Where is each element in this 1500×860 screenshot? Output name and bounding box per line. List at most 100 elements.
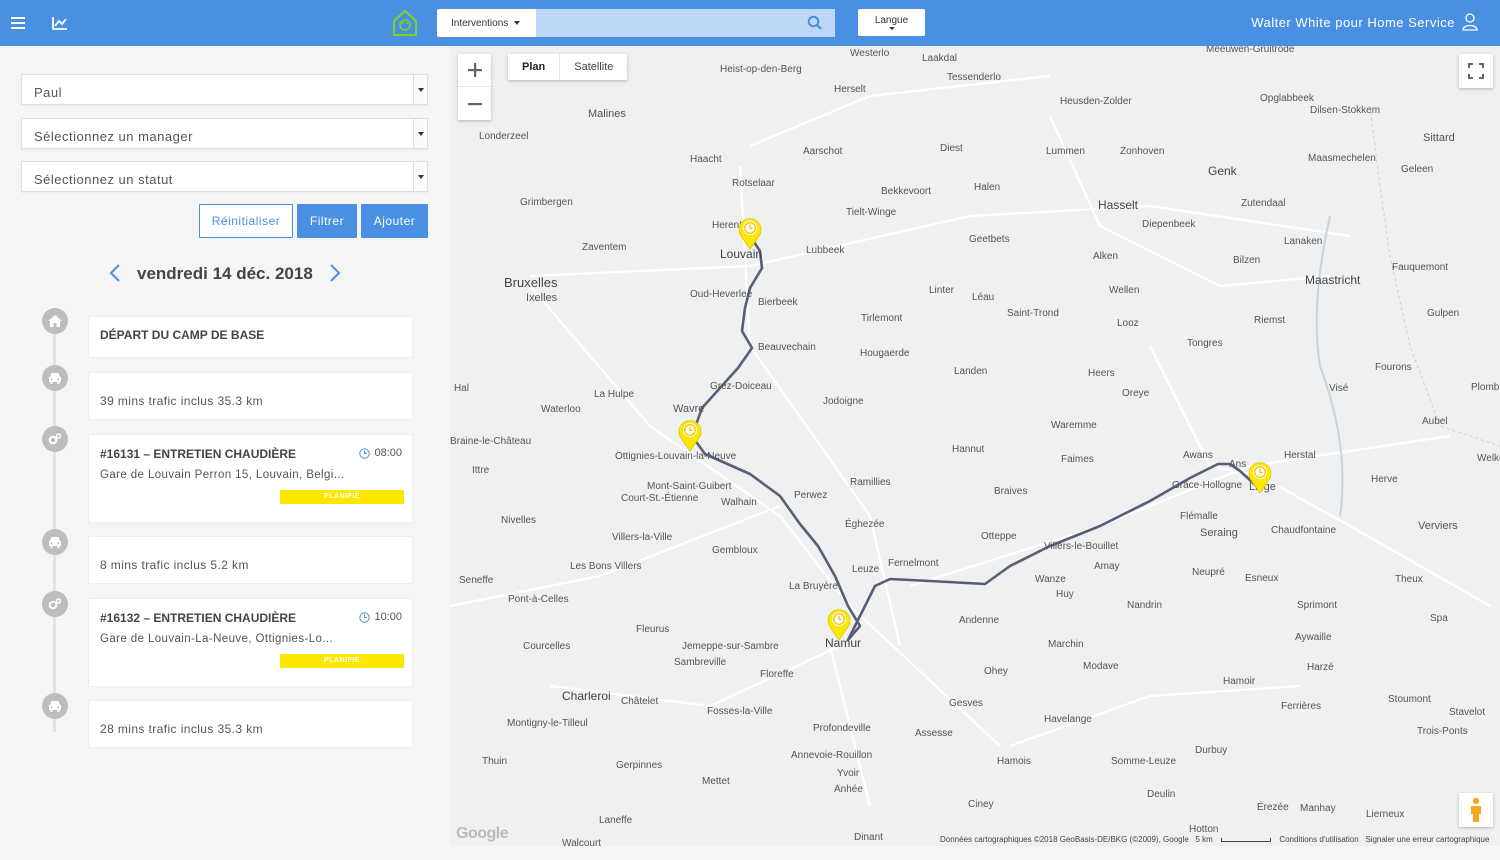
gears-icon [42,426,68,452]
place-label: Laakdal [922,53,958,64]
route-map[interactable]: Bruxelles Ixelles Louvain Malines Hassel… [450,46,1500,846]
place-label: Zaventem [582,242,627,253]
place-label: Maastricht [1305,273,1361,287]
zoom-in-icon[interactable] [458,54,491,87]
place-label: Herve [1371,474,1398,485]
place-label: Anhée [834,784,863,795]
place-label: Hal [454,383,470,394]
intervention-marker-liege[interactable] [1247,460,1273,494]
car-icon [42,693,68,719]
place-label: Lanaken [1284,236,1323,247]
intervention-marker-louvain[interactable] [737,216,763,250]
intervention-time-value: 08:00 [374,447,402,459]
place-label: Thuin [482,756,508,767]
terms-link[interactable]: Conditions d'utilisation [1279,835,1358,844]
place-label: Nivelles [501,515,537,526]
place-label: Tessenderlo [947,72,1001,83]
place-label: Lummen [1046,146,1085,157]
zoom-control [458,54,491,120]
user-icon[interactable] [1462,13,1480,31]
place-label: Gerpinnes [616,760,663,771]
intervention-marker-namur[interactable] [826,607,852,641]
place-label: Meeuwen-Gruitrode [1206,46,1295,55]
place-label: Huy [1056,589,1074,600]
place-label: Ramillies [850,477,891,488]
planning-sidebar: Paul Sélectionnez un manager Sélectionne… [0,46,450,860]
place-label: Grimbergen [520,197,573,208]
place-label: Dinant [854,832,883,843]
place-label: Fosses-la-Ville [707,706,773,717]
place-label: Walhain [721,497,757,508]
search-icon[interactable] [807,15,823,31]
intervention-card-16132[interactable]: #16132 – ENTRETIEN CHAUDIÈRE 10:00 Gare … [88,598,413,687]
place-label: Seneffe [459,575,494,586]
filter-button[interactable]: Filtrer [297,204,357,238]
place-label: Waterloo [541,404,581,415]
search-input[interactable] [536,9,835,37]
report-error-link[interactable]: Signaler une erreur cartographique [1365,835,1489,844]
language-button[interactable]: Langue [858,9,925,36]
place-label: Harzé [1307,662,1334,673]
travel-card-3[interactable]: 28 mins trafic inclus 35.3 km [88,700,413,748]
place-label: Aarschot [803,146,843,157]
reset-button[interactable]: Réinitialiser [199,204,293,238]
place-label: Courcelles [523,641,571,652]
status-select[interactable]: Sélectionnez un statut [21,161,428,192]
intervention-address: Gare de Louvain Perron 15, Louvain, Belg… [100,469,345,481]
place-label: Alken [1093,251,1119,262]
chart-icon[interactable] [49,12,71,34]
travel-card-1[interactable]: 39 mins trafic inclus 35.3 km [88,372,413,420]
place-label: Geleen [1401,164,1434,175]
previous-day-icon[interactable] [107,262,123,284]
intervention-marker-ottignies[interactable] [677,418,703,452]
place-label: Aubel [1422,416,1448,427]
place-label: Wavre [673,403,705,415]
map-type-satellite-button[interactable]: Satellite [559,54,627,80]
clock-icon [359,611,371,623]
travel-card-2[interactable]: 8 mins trafic inclus 5.2 km [88,536,413,584]
place-label: Ferrières [1281,701,1322,712]
place-label: Heers [1088,368,1115,379]
fullscreen-icon[interactable] [1459,54,1493,88]
place-label: Stoumont [1388,694,1431,705]
user-name[interactable]: Walter White pour Home Service [1251,15,1455,30]
current-date: vendredi 14 déc. 2018 [137,264,313,283]
timeline-start-card[interactable]: DÉPART DU CAMP DE BASE [88,316,413,358]
clock-icon [359,447,371,459]
place-label: Érezée [1257,802,1289,813]
chevron-down-icon [514,21,521,25]
home-service-logo-icon[interactable] [392,9,418,37]
place-label: Profondeville [813,723,871,734]
place-label: Gulpen [1427,308,1460,319]
place-label: Walcourt [562,838,602,846]
intervention-card-16131[interactable]: #16131 – ENTRETIEN CHAUDIÈRE 08:00 Gare … [88,434,413,523]
next-day-icon[interactable] [327,262,343,284]
place-label: Hannut [952,444,985,455]
technician-select[interactable]: Paul [21,74,428,105]
status-placeholder: Sélectionnez un statut [34,172,173,187]
place-label: Fauquemont [1392,262,1449,273]
place-label: Amay [1094,561,1120,572]
place-label: Andenne [959,615,1000,626]
gears-icon [42,591,68,617]
attribution-text: Données cartographiques ©2018 GeoBasis-D… [940,835,1189,844]
search-bar: Interventions [437,9,835,37]
add-button[interactable]: Ajouter [361,204,428,238]
street-view-pegman-icon[interactable] [1459,793,1493,827]
place-label: Sittard [1423,132,1455,144]
search-category-dropdown[interactable]: Interventions [437,9,536,37]
chevron-down-icon [413,75,427,104]
place-label: Theux [1395,574,1423,585]
place-label: Tielt-Winge [846,207,897,218]
place-label: Geetbets [969,234,1010,245]
place-label: Ans [1229,459,1247,470]
menu-icon[interactable] [8,12,30,34]
manager-select[interactable]: Sélectionnez un manager [21,118,428,149]
zoom-out-icon[interactable] [458,87,491,120]
place-label: Laneffe [599,815,633,826]
map-type-plan-button[interactable]: Plan [508,54,559,80]
place-label: Châtelet [621,696,659,707]
place-label: Seraing [1200,527,1238,539]
chevron-down-icon [413,119,427,148]
place-label: Bruxelles [504,275,558,290]
